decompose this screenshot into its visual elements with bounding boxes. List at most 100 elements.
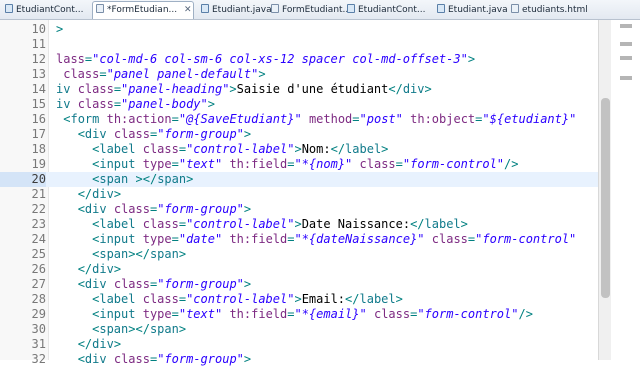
- code-token: "panel panel-default": [106, 67, 259, 81]
- code-token: class: [63, 67, 100, 81]
- java-file-icon: [437, 4, 445, 13]
- code-text: <div class="form-group">: [56, 277, 251, 292]
- tab-label: Etudiant.java: [212, 5, 272, 15]
- code-line[interactable]: 22 <div class="form-group">: [0, 202, 598, 217]
- code-line[interactable]: 17 <div class="form-group">: [0, 127, 598, 142]
- code-token: input: [99, 232, 136, 246]
- tab-label: Etudiant.java: [448, 5, 508, 15]
- code-token: >: [395, 292, 403, 306]
- code-line[interactable]: 15 iv class="panel-body">: [0, 97, 598, 112]
- code-token: "text": [178, 157, 223, 171]
- code-token: =: [99, 67, 107, 81]
- tab-6[interactable]: Etudiant.java: [434, 2, 508, 19]
- code-line[interactable]: 14 iv class="panel-heading">Saisie d'une …: [0, 82, 598, 97]
- scrollbar-thumb[interactable]: [601, 98, 610, 298]
- code-line[interactable]: 11: [0, 37, 598, 52]
- code-token: =: [171, 157, 179, 171]
- code-line[interactable]: 25 <span></span>: [0, 247, 598, 262]
- tab-label: etudiants.html: [522, 5, 588, 15]
- overview-ruler-mark[interactable]: [620, 56, 632, 60]
- java-file-icon: [347, 4, 355, 13]
- code-token: "form-control": [417, 307, 519, 321]
- code-text: >: [56, 22, 63, 37]
- code-token: Nom:: [301, 142, 331, 156]
- html-file-icon: [271, 4, 279, 13]
- close-tab-icon[interactable]: ✕: [184, 2, 192, 18]
- code-token: >: [243, 202, 252, 216]
- overview-ruler-mark[interactable]: [620, 24, 632, 28]
- code-line[interactable]: 18 <label class="control-label">Nom:</la…: [0, 142, 598, 157]
- code-token: type: [142, 232, 172, 246]
- code-line[interactable]: 26 </div>: [0, 262, 598, 277]
- code-line[interactable]: 23 <label class="control-label">Date Nai…: [0, 217, 598, 232]
- code-token: input: [99, 157, 136, 171]
- code-line[interactable]: 20 <span ></span>: [0, 172, 598, 187]
- tab-2[interactable]: *FormEtudian... ✕: [92, 1, 194, 19]
- tab-4[interactable]: FormEtudiant...: [268, 2, 351, 19]
- code-token: "*{dateNaissance}": [294, 232, 425, 246]
- code-editor[interactable]: 10 >11 12 lass="col-md-6 col-sm-6 col-xs-12…: [0, 20, 640, 366]
- line-number: 29: [31, 307, 46, 321]
- code-line[interactable]: 28 <label class="control-label">Email:</…: [0, 292, 598, 307]
- code-token: class: [113, 202, 150, 216]
- code-token: class: [77, 97, 114, 111]
- tab-label: EtudiantCont...: [358, 5, 426, 15]
- code-token: >: [467, 52, 476, 66]
- code-token: >: [56, 22, 64, 36]
- code-token: class: [373, 307, 411, 321]
- code-token: "panel-body": [121, 97, 208, 111]
- code-token: "post": [359, 112, 403, 126]
- code-token: />: [504, 157, 519, 171]
- code-line[interactable]: 16 <form th:action="@{SaveEtudiant}" met…: [0, 112, 598, 127]
- code-line[interactable]: 29 <input type="text" th:field="*{email}…: [0, 307, 598, 322]
- code-token: "form-control": [402, 157, 505, 171]
- code-line[interactable]: 31 </div>: [0, 337, 598, 352]
- code-line[interactable]: 19 <input type="text" th:field="*{nom}" …: [0, 157, 598, 172]
- code-token: "control-label": [186, 142, 295, 156]
- code-token: >: [381, 142, 389, 156]
- code-line[interactable]: 13 class="panel panel-default">: [0, 67, 598, 82]
- code-token: >: [207, 97, 215, 111]
- tab-1[interactable]: EtudiantCont...: [2, 2, 88, 19]
- code-token: "control-label": [186, 292, 295, 306]
- code-line[interactable]: 10 >: [0, 22, 598, 37]
- line-number: 24: [31, 232, 46, 246]
- code-token: span: [157, 172, 187, 186]
- tab-5[interactable]: EtudiantCont...: [344, 2, 430, 19]
- tab-3[interactable]: Etudiant.java: [198, 2, 272, 19]
- code-line[interactable]: 12 lass="col-md-6 col-sm-6 col-xs-12 spac…: [0, 52, 598, 67]
- overview-ruler-mark[interactable]: [620, 42, 632, 46]
- code-token: </: [330, 142, 346, 156]
- vertical-scrollbar[interactable]: [598, 20, 640, 360]
- code-line[interactable]: 27 <div class="form-group">: [0, 277, 598, 292]
- scrollbar-track[interactable]: [598, 20, 611, 360]
- code-line[interactable]: 24 <input type="date" th:field="*{dateNa…: [0, 232, 598, 247]
- line-number: 12: [31, 52, 46, 66]
- code-text: </div>: [56, 337, 121, 352]
- code-line[interactable]: 30 <span></span>: [0, 322, 598, 337]
- overview-ruler-mark[interactable]: [620, 76, 632, 80]
- code-token: =: [178, 142, 187, 156]
- code-token: "form-group": [157, 352, 244, 366]
- code-token: div: [84, 127, 107, 141]
- code-token: class: [359, 157, 396, 171]
- tab-7[interactable]: etudiants.html: [508, 2, 588, 19]
- code-token: div: [92, 187, 114, 201]
- code-token: >: [178, 322, 187, 336]
- code-token: class: [113, 127, 150, 141]
- code-line[interactable]: 21 </div>: [0, 187, 598, 202]
- code-token: >: [258, 67, 266, 81]
- code-text: </div>: [56, 262, 121, 277]
